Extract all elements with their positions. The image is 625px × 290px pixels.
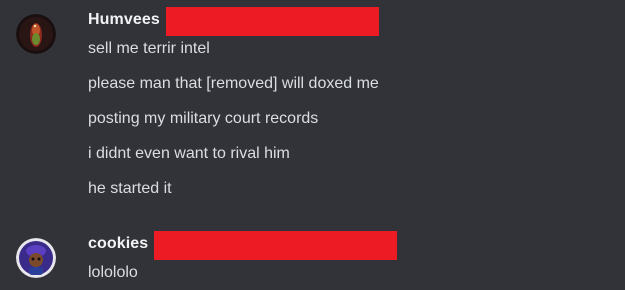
redaction-bar — [165, 6, 379, 36]
bird-avatar-icon[interactable] — [16, 14, 56, 54]
character-avatar-icon[interactable] — [16, 238, 56, 278]
message-line: lolololo — [88, 264, 138, 281]
message-line: i didnt even want to rival him — [88, 145, 290, 162]
redaction-bar — [154, 230, 398, 260]
message-line: posting my military court records — [88, 110, 319, 127]
message-line: sell me terrir intel — [88, 40, 210, 57]
username[interactable]: cookies — [88, 235, 148, 253]
message-line: he started it — [88, 180, 172, 197]
message-header: Humvees — [88, 6, 379, 36]
username[interactable]: Humvees — [88, 11, 160, 29]
message-line: please man that [removed] will doxed me — [88, 75, 379, 92]
message-header: cookies — [88, 230, 398, 260]
